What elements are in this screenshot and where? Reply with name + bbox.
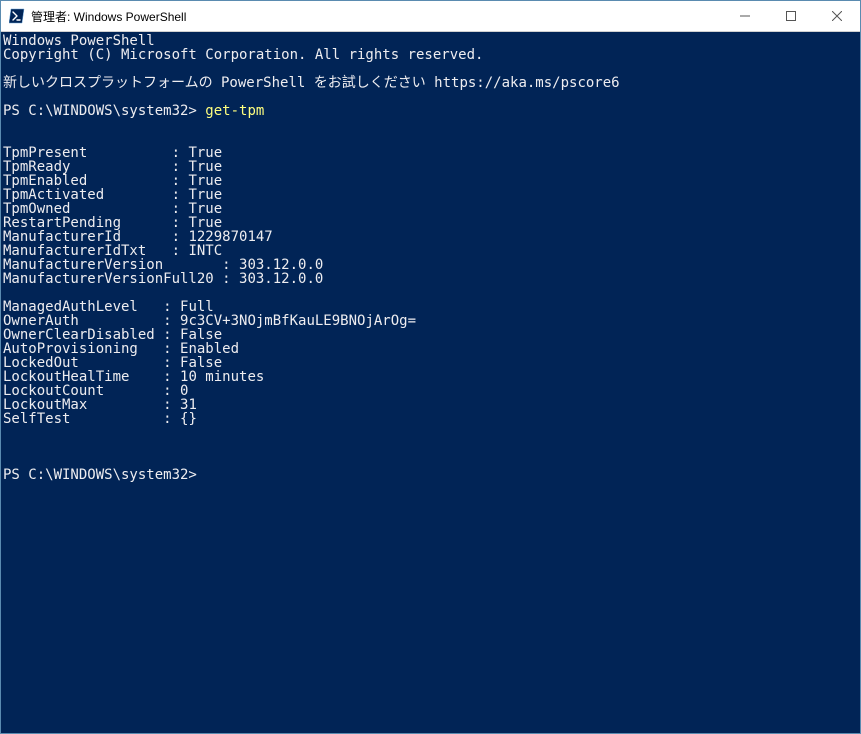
output-row: AutoProvisioning : Enabled: [3, 342, 858, 356]
powershell-window: 管理者: Windows PowerShell Windows PowerShe…: [0, 0, 861, 734]
output-row: OwnerAuth : 9c3CV+3NOjmBfKauLE9BNOjArOg=: [3, 314, 858, 328]
output-row: ManufacturerVersion : 303.12.0.0: [3, 258, 858, 272]
minimize-button[interactable]: [722, 1, 768, 31]
output-row: TpmReady : True: [3, 160, 858, 174]
output-row: LockoutCount : 0: [3, 384, 858, 398]
titlebar[interactable]: 管理者: Windows PowerShell: [1, 1, 860, 32]
close-button[interactable]: [814, 1, 860, 31]
output-row: OwnerClearDisabled : False: [3, 328, 858, 342]
output-row: ManagedAuthLevel : Full: [3, 300, 858, 314]
prompt-path: PS C:\WINDOWS\system32>: [3, 467, 197, 483]
output-row: RestartPending : True: [3, 216, 858, 230]
output-row: LockedOut : False: [3, 356, 858, 370]
prompt-command: get-tpm: [205, 103, 264, 119]
header-line-2: Copyright (C) Microsoft Corporation. All…: [3, 48, 858, 62]
output-row: ManufacturerVersionFull20 : 303.12.0.0: [3, 272, 858, 286]
output-row: SelfTest : {}: [3, 412, 858, 426]
output-row: TpmActivated : True: [3, 188, 858, 202]
output-row: LockoutHealTime : 10 minutes: [3, 370, 858, 384]
output-row: TpmPresent : True: [3, 146, 858, 160]
maximize-button[interactable]: [768, 1, 814, 31]
header-line-3: 新しいクロスプラットフォームの PowerShell をお試しください http…: [3, 76, 858, 90]
prompt-line-1: PS C:\WINDOWS\system32> get-tpm: [3, 104, 858, 118]
prompt-path: PS C:\WINDOWS\system32>: [3, 103, 205, 119]
powershell-icon: [9, 8, 25, 24]
console-output[interactable]: Windows PowerShellCopyright (C) Microsof…: [1, 32, 860, 733]
output-row: TpmOwned : True: [3, 202, 858, 216]
output-row: ManufacturerId : 1229870147: [3, 230, 858, 244]
window-title: 管理者: Windows PowerShell: [31, 8, 186, 25]
output-row: LockoutMax : 31: [3, 398, 858, 412]
output-row: TpmEnabled : True: [3, 174, 858, 188]
output-row: ManufacturerIdTxt : INTC: [3, 244, 858, 258]
header-line-1: Windows PowerShell: [3, 34, 858, 48]
prompt-line-2[interactable]: PS C:\WINDOWS\system32>: [3, 468, 858, 482]
